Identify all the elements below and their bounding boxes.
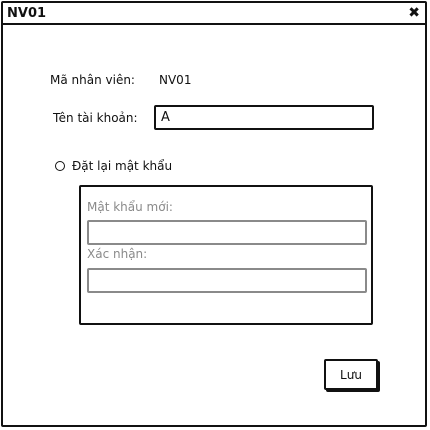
title-bar: NV01 ✖	[3, 3, 425, 25]
employee-code-value: NV01	[159, 73, 192, 87]
close-icon[interactable]: ✖	[408, 5, 420, 21]
confirm-password-input[interactable]	[87, 268, 367, 293]
dialog-window: NV01 ✖ Mã nhân viên: NV01 Tên tài khoản:…	[1, 1, 427, 427]
reset-password-radio[interactable]	[55, 161, 65, 171]
account-name-label: Tên tài khoản:	[53, 111, 138, 125]
new-password-input[interactable]	[87, 220, 367, 245]
save-button[interactable]: Lưu	[324, 359, 378, 390]
reset-password-label: Đặt lại mật khẩu	[72, 159, 173, 173]
account-name-input[interactable]	[154, 105, 374, 130]
new-password-label: Mật khẩu mới:	[87, 200, 173, 214]
confirm-password-label: Xác nhận:	[87, 247, 148, 261]
employee-code-label: Mã nhân viên:	[50, 73, 135, 87]
password-group: Mật khẩu mới: Xác nhận:	[79, 185, 373, 325]
window-title: NV01	[7, 6, 47, 21]
